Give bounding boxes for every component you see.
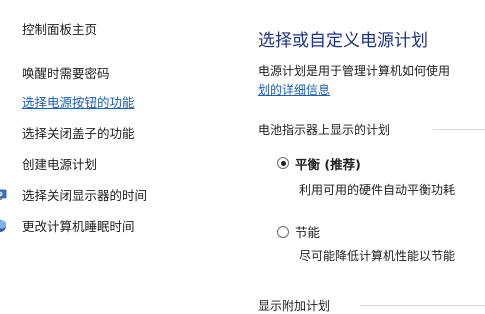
plan-power-saver-label[interactable]: 节能: [295, 222, 320, 241]
plan-balanced-radio[interactable]: [277, 157, 289, 169]
moon-sleep-icon: [0, 220, 7, 232]
page-description: 电源计划是用于管理计算机如何使用: [258, 64, 451, 78]
sidebar-item-sleep-time[interactable]: 更改计算机睡眠时间: [22, 219, 135, 235]
sidebar-item-create-power-plan[interactable]: 创建电源计划: [22, 157, 97, 173]
plan-details-link[interactable]: 划的详细信息: [258, 81, 330, 98]
plan-balanced-label[interactable]: 平衡 (推荐): [295, 154, 361, 173]
sidebar-item-power-button-function[interactable]: 选择电源按钮的功能: [22, 95, 135, 111]
plan-power-saver-description: 尽可能降低计算机性能以节能: [299, 249, 456, 263]
sidebar: 控制面板主页 唤醒时需要密码 选择电源按钮的功能 选择关闭盖子的功能 创建电源计…: [0, 0, 225, 310]
control-panel-home-link[interactable]: 控制面板主页: [22, 22, 97, 38]
show-additional-plans-toggle[interactable]: 显示附加计划: [258, 297, 330, 314]
additional-plans-divider: [360, 305, 485, 306]
battery-meter-plans-label: 电池指示器上显示的计划: [258, 123, 391, 137]
plan-power-saver-radio[interactable]: [277, 226, 289, 238]
sidebar-item-require-password-on-wakeup[interactable]: 唤醒时需要密码: [22, 66, 110, 82]
sidebar-item-display-off-time[interactable]: 选择关闭显示器的时间: [22, 188, 147, 204]
page-title: 选择或自定义电源计划: [258, 31, 428, 51]
group-divider: [433, 129, 485, 130]
main-content: 选择或自定义电源计划 电源计划是用于管理计算机如何使用 划的详细信息 电池指示器…: [225, 0, 485, 313]
monitor-clock-icon: [0, 189, 7, 200]
sidebar-item-lid-close-function[interactable]: 选择关闭盖子的功能: [22, 126, 135, 142]
plan-balanced-description: 利用可用的硬件自动平衡功耗: [299, 183, 456, 197]
